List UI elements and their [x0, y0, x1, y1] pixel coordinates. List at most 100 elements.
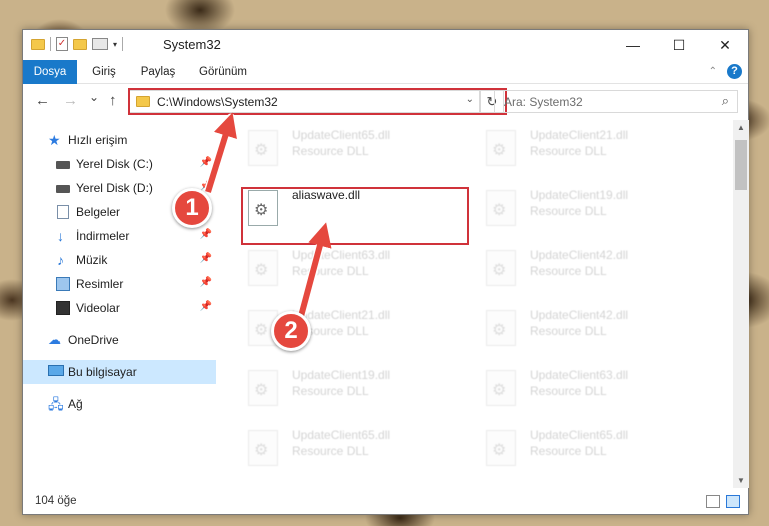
file-item[interactable]: UpdateClient19.dll Resource DLL — [240, 362, 440, 414]
ribbon-tabs: Dosya Giriş Paylaş Görünüm ⌃ ? — [23, 60, 748, 84]
sidebar-item-label: Belgeler — [76, 205, 121, 219]
file-item[interactable]: UpdateClient63.dll Resource DLL — [240, 242, 440, 294]
file-highlight-box — [241, 187, 469, 245]
file-name: UpdateClient19.dll — [292, 368, 391, 382]
file-name: UpdateClient65.dll — [292, 128, 391, 142]
pin-icon[interactable]: 📌 — [200, 253, 212, 264]
pin-icon[interactable]: 📌 — [200, 277, 212, 288]
search-box[interactable]: Ara: System32 ⌕ — [494, 90, 738, 113]
up-arrow-icon[interactable]: ↑ — [109, 92, 117, 109]
file-item[interactable]: UpdateClient65.dll Resource DLL — [240, 422, 440, 474]
sidebar-item-label: Yerel Disk (C:) — [76, 157, 153, 171]
dll-file-icon — [486, 430, 516, 466]
file-list: UpdateClient65.dll Resource DLL aliaswav… — [218, 120, 732, 488]
file-name: UpdateClient63.dll — [530, 368, 629, 382]
scroll-up-icon[interactable]: ▲ — [737, 123, 745, 132]
scroll-down-icon[interactable]: ▼ — [737, 476, 745, 485]
sidebar-item-quick-access[interactable]: ★ Hızlı erişim — [23, 128, 216, 152]
sidebar-item-label: Resimler — [76, 277, 124, 291]
dll-file-icon — [486, 130, 516, 166]
file-type: Resource DLL — [292, 384, 369, 398]
pin-icon[interactable]: 📌 — [200, 301, 212, 312]
file-type: Resource DLL — [530, 204, 607, 218]
navigation-pane: ★ Hızlı erişim Yerel Disk (C:) 📌 Yerel D… — [23, 120, 216, 490]
toolbar-divider — [122, 37, 124, 51]
file-name: UpdateClient42.dll — [530, 248, 629, 262]
quick-access-toolbar: ✓ ▾ — [31, 37, 124, 51]
file-item[interactable]: UpdateClient42.dll Resource DLL — [478, 302, 678, 354]
properties-check-icon[interactable]: ✓ — [56, 37, 68, 51]
scrollbar-thumb[interactable] — [735, 140, 747, 190]
new-folder-icon[interactable] — [73, 38, 87, 50]
file-type: Resource DLL — [530, 444, 607, 458]
sidebar-item-pictures[interactable]: Resimler 📌 — [23, 272, 216, 296]
dll-file-icon — [486, 250, 516, 286]
sidebar-item-label: OneDrive — [68, 333, 119, 347]
file-type: Resource DLL — [292, 444, 369, 458]
music-icon: ♪ — [57, 252, 64, 268]
tab-home[interactable]: Giriş — [83, 60, 125, 84]
pin-icon[interactable]: 📌 — [200, 157, 212, 168]
sidebar-item-this-pc[interactable]: Bu bilgisayar — [23, 360, 216, 384]
dll-file-icon — [248, 430, 278, 466]
sidebar-item-onedrive[interactable]: ☁ OneDrive — [23, 328, 216, 352]
cloud-icon: ☁ — [48, 332, 61, 347]
file-item[interactable]: UpdateClient19.dll Resource DLL — [478, 182, 678, 234]
ribbon-right: ⌃ ? — [709, 64, 742, 79]
navigation-bar: ← → ⌄ ↑ C:\Windows\System32 ⌄ ↻ Ara: Sys… — [23, 86, 748, 118]
pin-icon[interactable]: 📌 — [200, 229, 212, 240]
forward-arrow-icon[interactable]: → — [63, 92, 78, 109]
minimize-button[interactable]: — — [610, 30, 656, 60]
address-highlight-box — [128, 88, 507, 115]
recent-locations-icon[interactable]: ⌄ — [89, 90, 99, 104]
view-switcher — [706, 495, 740, 508]
large-icons-view-icon[interactable] — [726, 495, 740, 508]
sidebar-item-videos[interactable]: Videolar 📌 — [23, 296, 216, 320]
sidebar-item-label: Ağ — [68, 397, 83, 411]
file-name: UpdateClient65.dll — [292, 428, 391, 442]
expand-ribbon-icon[interactable]: ⌃ — [709, 66, 717, 77]
item-count: 104 öğe — [35, 495, 77, 507]
step-marker-2: 2 — [271, 311, 311, 351]
view-options-icon[interactable] — [92, 38, 108, 50]
tab-view[interactable]: Görünüm — [191, 60, 255, 84]
file-name: UpdateClient42.dll — [530, 308, 629, 322]
file-item[interactable]: UpdateClient63.dll Resource DLL — [478, 362, 678, 414]
title-bar: ✓ ▾ System32 — ☐ ✕ — [23, 30, 748, 60]
sidebar-item-network[interactable]: 🖧 Ağ — [23, 392, 216, 416]
step-marker-1: 1 — [172, 188, 212, 228]
sidebar-item-label: Yerel Disk (D:) — [76, 181, 153, 195]
file-type: Resource DLL — [530, 144, 607, 158]
computer-icon — [48, 365, 64, 376]
file-item[interactable]: UpdateClient21.dll Resource DLL — [240, 302, 440, 354]
file-item[interactable]: UpdateClient65.dll Resource DLL — [240, 122, 440, 174]
tab-file[interactable]: Dosya — [23, 60, 77, 84]
file-item[interactable]: UpdateClient21.dll Resource DLL — [478, 122, 678, 174]
help-icon[interactable]: ? — [727, 64, 742, 79]
file-item[interactable]: UpdateClient42.dll Resource DLL — [478, 242, 678, 294]
back-arrow-icon[interactable]: ← — [35, 92, 50, 109]
file-type: Resource DLL — [292, 264, 369, 278]
drive-icon — [56, 161, 70, 169]
dll-file-icon — [486, 190, 516, 226]
sidebar-item-music[interactable]: ♪ Müzik 📌 — [23, 248, 216, 272]
window-title: System32 — [163, 37, 221, 52]
sidebar-item-label: Hızlı erişim — [68, 133, 128, 147]
file-type: Resource DLL — [530, 264, 607, 278]
drive-icon — [56, 185, 70, 193]
network-icon: 🖧 — [48, 396, 64, 412]
star-icon: ★ — [48, 132, 61, 148]
tab-share[interactable]: Paylaş — [133, 60, 183, 84]
search-icon[interactable]: ⌕ — [722, 93, 729, 109]
details-view-icon[interactable] — [706, 495, 720, 508]
maximize-button[interactable]: ☐ — [656, 30, 702, 60]
file-item[interactable]: UpdateClient65.dll Resource DLL — [478, 422, 678, 474]
customize-dropdown-icon[interactable]: ▾ — [113, 40, 117, 49]
vertical-scrollbar[interactable]: ▲ ▼ — [733, 120, 749, 488]
sidebar-item-local-disk-c[interactable]: Yerel Disk (C:) 📌 — [23, 152, 216, 176]
folder-icon — [31, 38, 45, 50]
close-button[interactable]: ✕ — [702, 30, 748, 60]
explorer-window: ✓ ▾ System32 — ☐ ✕ Dosya Giriş Paylaş Gö… — [22, 29, 749, 515]
sidebar-item-label: Müzik — [76, 253, 108, 267]
window-controls: — ☐ ✕ — [610, 30, 748, 60]
